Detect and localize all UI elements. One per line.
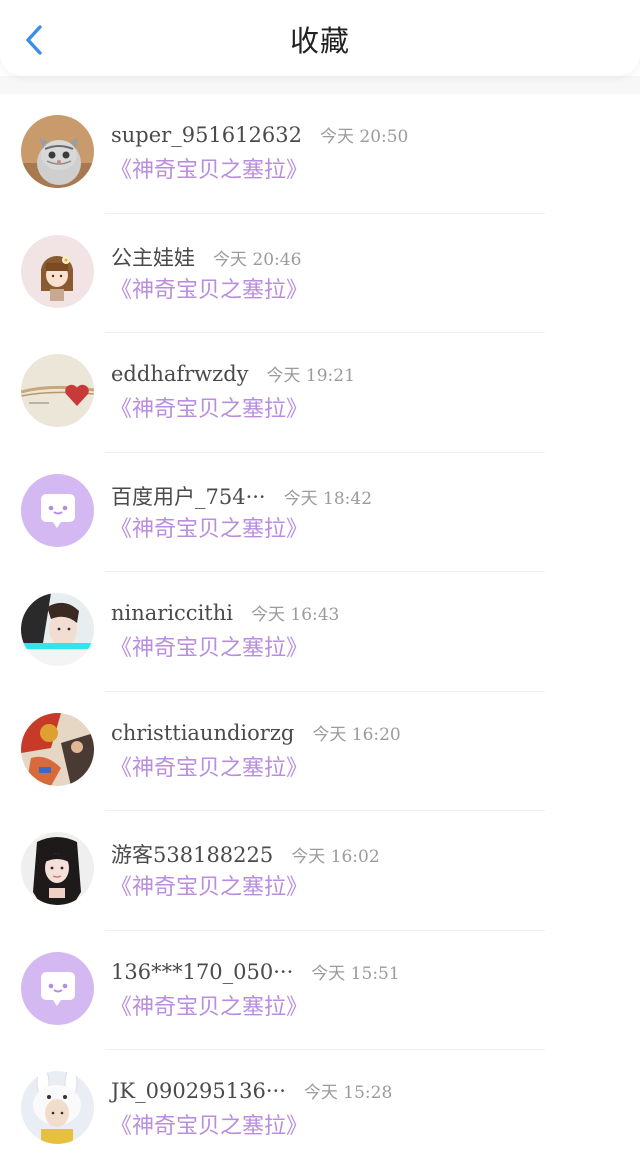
username[interactable]: 136***170_050··· [111, 960, 293, 984]
avatar[interactable] [21, 354, 94, 427]
favorite-title-link[interactable]: 《神奇宝贝之塞拉》 [110, 272, 308, 304]
avatar[interactable] [21, 473, 94, 547]
avatar[interactable] [21, 1071, 94, 1144]
page-title: 收藏 [289, 24, 350, 58]
favorite-title-link[interactable]: 《神奇宝贝之塞拉》 [110, 630, 308, 662]
heart-avatar-image [21, 354, 94, 427]
list-item[interactable]: 公主娃娃 今天 20:46 《神奇宝贝之塞拉》 [0, 214, 640, 333]
username[interactable]: christtiaundiorzg [111, 721, 294, 745]
timestamp: 今天 16:20 [312, 724, 401, 745]
favorite-title-link[interactable]: 《神奇宝贝之塞拉》 [110, 152, 308, 184]
list-item[interactable]: 游客538188225 今天 16:02 《神奇宝贝之塞拉》 [0, 811, 640, 931]
username[interactable]: 百度用户_754··· [111, 481, 266, 511]
avatar[interactable] [21, 951, 94, 1025]
list-item[interactable]: JK_090295136··· 今天 15:28 《神奇宝贝之塞拉》 [0, 1050, 640, 1170]
favorite-title-link[interactable]: 《神奇宝贝之塞拉》 [110, 750, 308, 782]
timestamp: 今天 16:43 [250, 605, 340, 625]
timestamp: 今天 20:46 [213, 249, 302, 270]
avatar[interactable] [21, 593, 94, 666]
username[interactable]: 公主娃娃 [111, 242, 195, 272]
avatar[interactable] [21, 234, 94, 308]
doll-avatar-image [21, 234, 94, 308]
list-item[interactable]: 136***170_050··· 今天 15:51 《神奇宝贝之塞拉》 [0, 931, 640, 1050]
default-chat-bubble-icon [21, 473, 94, 547]
list-item[interactable]: christtiaundiorzg 今天 16:20 《神奇宝贝之塞拉》 [0, 692, 640, 811]
default-chat-bubble-icon [21, 951, 94, 1025]
timestamp: 今天 16:02 [291, 847, 380, 867]
timestamp: 今天 15:28 [303, 1083, 393, 1103]
timestamp: 今天 19:21 [266, 366, 355, 386]
timestamp: 今天 20:50 [319, 127, 409, 147]
bunny-hat-avatar-image [21, 1071, 94, 1144]
favorite-title-link[interactable]: 《神奇宝贝之塞拉》 [110, 511, 308, 543]
username[interactable]: 游客538188225 [111, 839, 273, 869]
list-item[interactable]: ninariccithi 今天 16:43 《神奇宝贝之塞拉》 [0, 572, 640, 692]
favorites-list: super_951612632 今天 20:50 《神奇宝贝之塞拉》 公主娃娃 [0, 94, 640, 1170]
username[interactable]: ninariccithi [111, 601, 233, 625]
selfie-avatar-image [21, 832, 94, 905]
favorite-title-link[interactable]: 《神奇宝贝之塞拉》 [110, 1108, 308, 1140]
username[interactable]: JK_090295136··· [111, 1079, 286, 1103]
top-nav-bar: 收藏 [0, 0, 640, 76]
list-item[interactable]: eddhafrwzdy 今天 19:21 《神奇宝贝之塞拉》 [0, 333, 640, 453]
favorite-title-link[interactable]: 《神奇宝贝之塞拉》 [110, 391, 308, 423]
girl-avatar-image [21, 593, 94, 666]
painting-avatar-image [21, 712, 94, 786]
username[interactable]: super_951612632 [111, 123, 302, 147]
header-gap [0, 76, 640, 94]
cat-avatar-image [21, 115, 94, 188]
avatar[interactable] [21, 712, 94, 786]
list-item[interactable]: 百度用户_754··· 今天 18:42 《神奇宝贝之塞拉》 [0, 453, 640, 572]
favorite-title-link[interactable]: 《神奇宝贝之塞拉》 [110, 869, 308, 901]
list-item[interactable]: super_951612632 今天 20:50 《神奇宝贝之塞拉》 [0, 94, 640, 214]
timestamp: 今天 15:51 [311, 963, 400, 984]
avatar[interactable] [21, 115, 94, 188]
username[interactable]: eddhafrwzdy [111, 362, 249, 386]
favorite-title-link[interactable]: 《神奇宝贝之塞拉》 [110, 989, 308, 1021]
timestamp: 今天 18:42 [283, 488, 373, 509]
avatar[interactable] [21, 832, 94, 905]
